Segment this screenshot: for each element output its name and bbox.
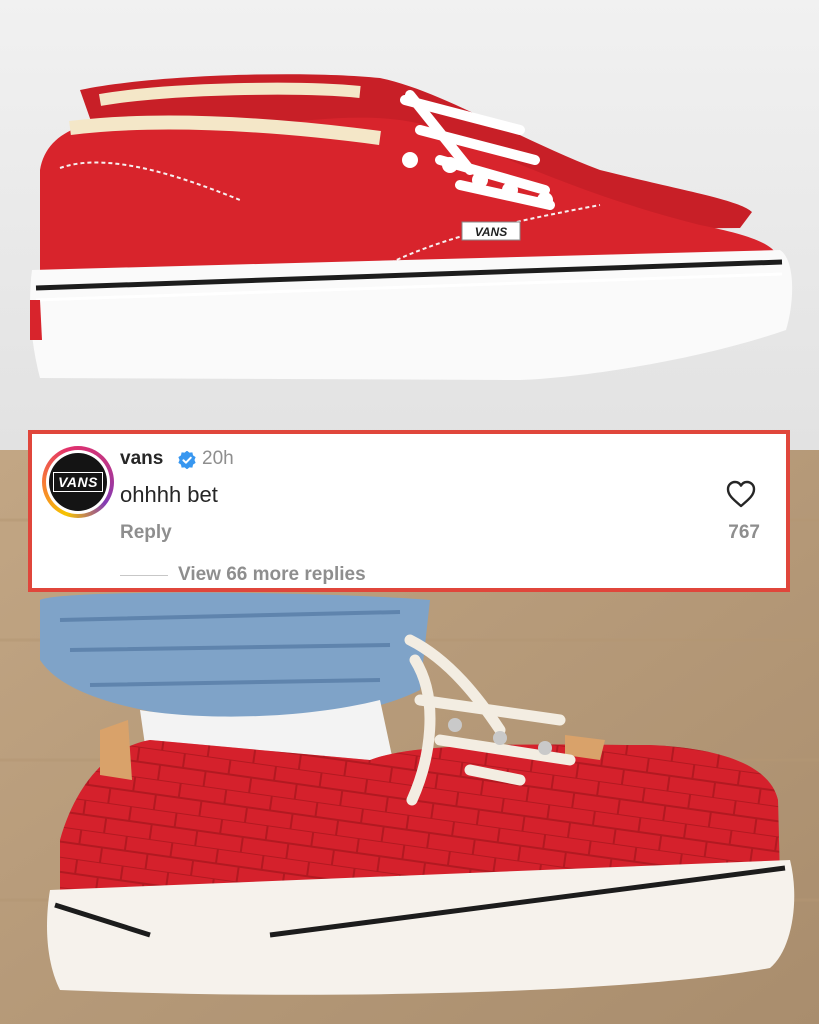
view-more-replies-button[interactable]: View 66 more replies bbox=[178, 564, 366, 586]
like-count: 767 bbox=[728, 522, 760, 543]
comment-username[interactable]: vans bbox=[120, 448, 163, 470]
instagram-comment-card: VANS vans 20h ohhhh bet Reply 767 View 6… bbox=[28, 430, 790, 592]
shoe-logo-tag: VANS bbox=[475, 225, 507, 239]
comment-text: ohhhh bet bbox=[120, 482, 218, 507]
replies-divider bbox=[120, 575, 168, 576]
reply-button[interactable]: Reply bbox=[120, 522, 172, 544]
avatar-logo-text: VANS bbox=[53, 472, 103, 492]
avatar[interactable]: VANS bbox=[42, 446, 114, 518]
heart-icon[interactable] bbox=[726, 480, 756, 508]
verified-badge-icon bbox=[178, 451, 196, 469]
comment-timestamp: 20h bbox=[202, 448, 234, 469]
